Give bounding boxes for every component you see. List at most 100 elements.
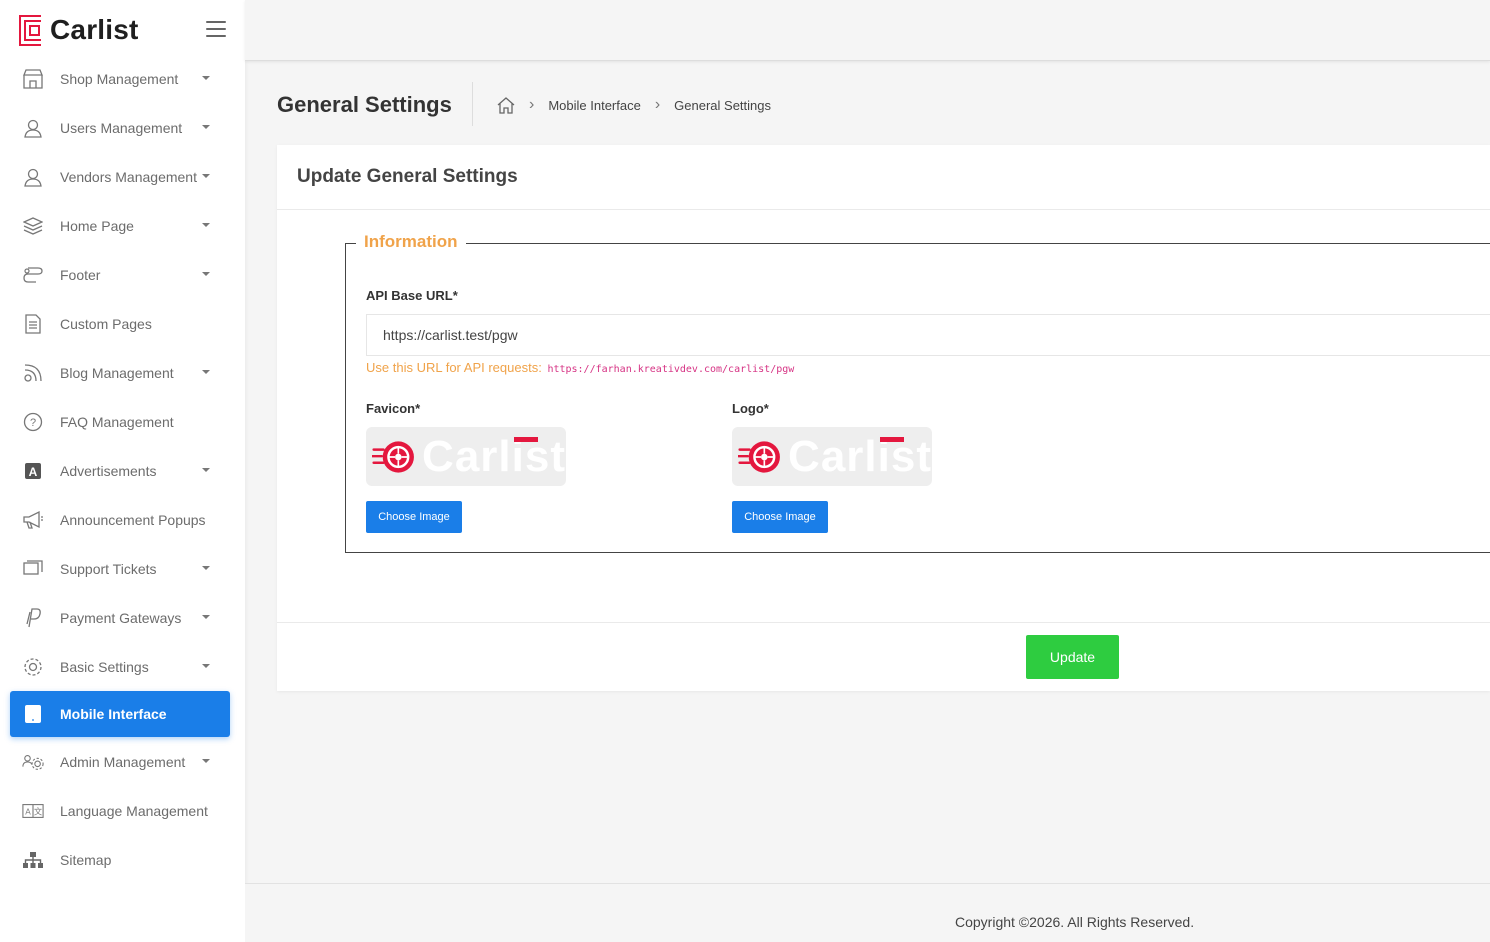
- caret-down-icon: [202, 615, 210, 619]
- caret-down-icon: [202, 566, 210, 570]
- sidebar-item-basic-settings[interactable]: Basic Settings: [0, 642, 245, 691]
- sidebar-item-label: FAQ Management: [60, 413, 174, 430]
- sidebar-item-label: Mobile Interface: [60, 706, 167, 722]
- sidebar-item-label: Support Tickets: [60, 560, 157, 577]
- caret-down-icon: [202, 664, 210, 668]
- sidebar-item-blog-management[interactable]: Blog Management: [0, 348, 245, 397]
- svg-text:A: A: [25, 807, 31, 816]
- sidebar-item-mobile-interface[interactable]: Mobile Interface: [10, 691, 230, 737]
- topbar: [245, 0, 1490, 61]
- sidebar-item-support-tickets[interactable]: Support Tickets: [0, 544, 245, 593]
- menu-toggle-icon[interactable]: [206, 21, 226, 37]
- api-base-url-input[interactable]: https://carlist.test/pgw: [366, 314, 1490, 356]
- fieldset-legend: Information: [356, 232, 466, 252]
- sidebar-item-advertisements[interactable]: A Advertisements: [0, 446, 245, 495]
- api-base-url-value: https://carlist.test/pgw: [383, 327, 518, 343]
- page-footer: Copyright ©2026. All Rights Reserved.: [245, 883, 1490, 942]
- layers-icon: [22, 215, 44, 237]
- card-footer: Update: [277, 622, 1490, 691]
- language-icon: A文: [22, 800, 44, 822]
- image-wordmark: Carlist: [422, 431, 566, 481]
- sidebar-item-label: Language Management: [60, 802, 208, 819]
- sidebar-item-label: Footer: [60, 266, 101, 283]
- caret-down-icon: [202, 76, 210, 80]
- sidebar-item-shop-management[interactable]: Shop Management: [0, 54, 245, 103]
- wheel-logo-icon: [372, 440, 414, 473]
- brand[interactable]: Carlist: [0, 0, 245, 60]
- sidebar-item-label: Admin Management: [60, 753, 186, 770]
- logo-choose-image-button[interactable]: Choose Image: [732, 501, 828, 533]
- gear-icon: [22, 656, 44, 678]
- sidebar-item-custom-pages[interactable]: Custom Pages: [0, 299, 245, 348]
- favicon-preview: Carlist: [366, 427, 566, 486]
- home-icon[interactable]: [497, 96, 515, 114]
- update-button[interactable]: Update: [1026, 635, 1119, 679]
- sidebar-item-label: Vendors Management: [60, 168, 197, 185]
- sidebar: Carlist Shop Management Users Management…: [0, 0, 245, 942]
- caret-down-icon: [202, 272, 210, 276]
- sidebar-item-label: Users Management: [60, 119, 183, 136]
- svg-text:A: A: [29, 465, 38, 479]
- users-icon: [22, 117, 44, 139]
- sidebar-item-label: Announcement Popups: [60, 511, 206, 528]
- caret-down-icon: [202, 468, 210, 472]
- tablet-icon: [22, 703, 44, 725]
- header-divider: [472, 82, 473, 126]
- carlist-logo-icon: [19, 14, 50, 46]
- sidebar-item-label: Blog Management: [60, 364, 174, 381]
- sidebar-item-users-management[interactable]: Users Management: [0, 103, 245, 152]
- shop-icon: [22, 68, 44, 90]
- caret-down-icon: [202, 759, 210, 763]
- settings-card: Update General Settings Information API …: [277, 145, 1490, 691]
- breadcrumb: › Mobile Interface › General Settings: [497, 96, 771, 114]
- brand-name: Carlist: [50, 14, 139, 45]
- chevron-right-icon: ›: [529, 96, 535, 113]
- ad-icon: A: [22, 460, 44, 482]
- sidebar-item-language-management[interactable]: A文 Language Management: [0, 786, 245, 835]
- sidebar-item-label: Shop Management: [60, 70, 179, 87]
- image-wordmark: Carlist: [788, 431, 932, 481]
- breadcrumb-item-mobile-interface[interactable]: Mobile Interface: [548, 98, 641, 113]
- favicon-choose-image-button[interactable]: Choose Image: [366, 501, 462, 533]
- copyright-text: Copyright ©2026. All Rights Reserved.: [955, 914, 1195, 930]
- caret-down-icon: [202, 223, 210, 227]
- brand-bar: [880, 437, 904, 442]
- sidebar-item-home-page[interactable]: Home Page: [0, 201, 245, 250]
- api-url-hint: Use this URL for API requests: https://f…: [366, 360, 794, 375]
- caret-down-icon: [202, 125, 210, 129]
- sidebar-item-label: Advertisements: [60, 462, 157, 479]
- logo-preview: Carlist: [732, 427, 932, 486]
- sitemap-icon: [22, 849, 44, 871]
- sidebar-item-label: Basic Settings: [60, 658, 149, 675]
- sidebar-item-label: Custom Pages: [60, 315, 152, 332]
- ticket-icon: [22, 558, 44, 580]
- wheel-logo-icon: [738, 440, 780, 473]
- sidebar-item-announcement-popups[interactable]: Announcement Popups: [0, 495, 245, 544]
- caret-down-icon: [202, 370, 210, 374]
- sidebar-item-admin-management[interactable]: Admin Management: [0, 737, 245, 786]
- hint-text: Use this URL for API requests:: [366, 360, 542, 375]
- caret-down-icon: [202, 174, 210, 178]
- admin-icon: [22, 751, 44, 773]
- footer-icon: [22, 264, 44, 286]
- page-title: General Settings: [277, 92, 452, 117]
- information-fieldset: Information API Base URL* https://carlis…: [345, 232, 1490, 553]
- document-icon: [22, 313, 44, 335]
- blog-icon: [22, 362, 44, 384]
- api-base-url-label: API Base URL*: [366, 288, 458, 303]
- vendors-icon: [22, 166, 44, 188]
- sidebar-item-payment-gateways[interactable]: Payment Gateways: [0, 593, 245, 642]
- question-icon: ?: [22, 411, 44, 433]
- sidebar-item-sitemap[interactable]: Sitemap: [0, 835, 245, 884]
- svg-text:?: ?: [30, 417, 36, 429]
- logo-label: Logo*: [732, 401, 769, 416]
- megaphone-icon: [22, 509, 44, 531]
- favicon-label: Favicon*: [366, 401, 421, 416]
- hint-url: https://farhan.kreativdev.com/carlist/pg…: [547, 364, 795, 375]
- sidebar-menu: Shop Management Users Management Vendors…: [0, 54, 245, 884]
- breadcrumb-item-general-settings: General Settings: [674, 97, 771, 113]
- sidebar-item-footer[interactable]: Footer: [0, 250, 245, 299]
- sidebar-item-faq-management[interactable]: ? FAQ Management: [0, 397, 245, 446]
- sidebar-item-vendors-management[interactable]: Vendors Management: [0, 152, 245, 201]
- sidebar-item-label: Home Page: [60, 217, 134, 234]
